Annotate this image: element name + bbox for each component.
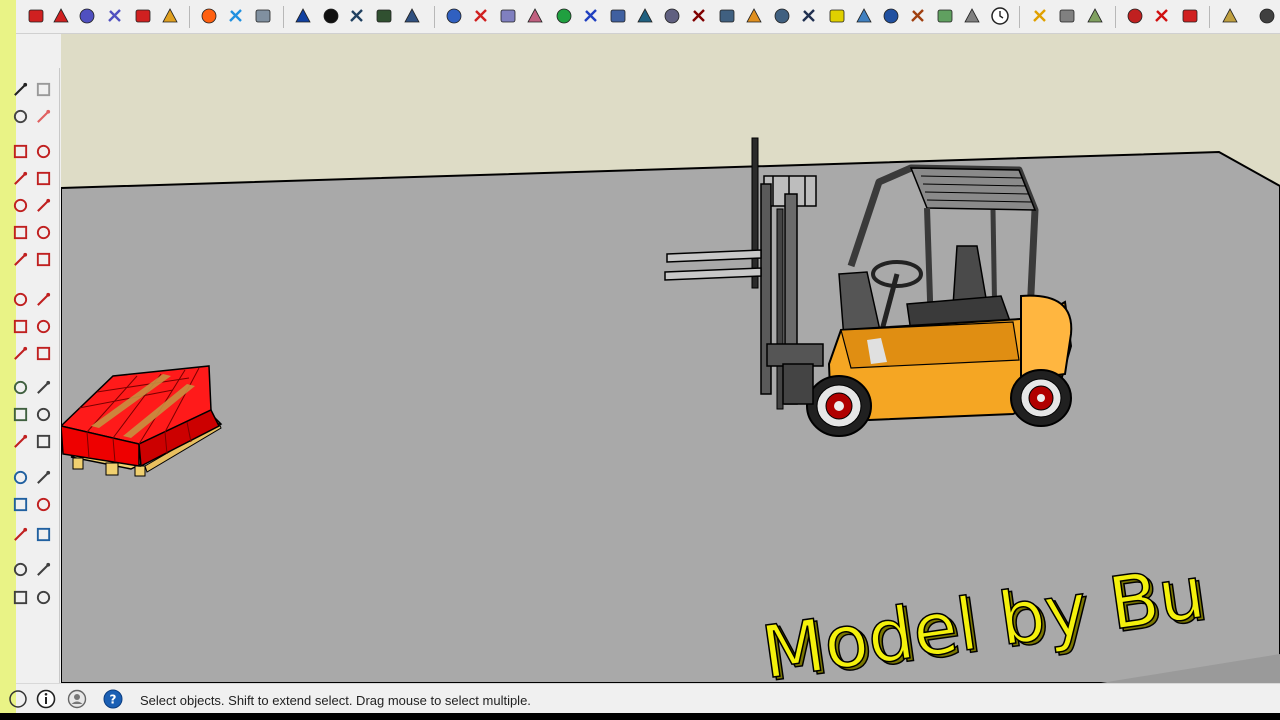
- arc3-icon[interactable]: [10, 248, 30, 270]
- model-viewport[interactable]: Model by Bu Model by Bu: [61, 34, 1280, 683]
- orbit-icon[interactable]: [10, 466, 30, 488]
- info-icon[interactable]: [36, 689, 56, 709]
- status-bar: ? Select objects. Shift to extend select…: [9, 683, 1280, 713]
- styles-icon[interactable]: [401, 4, 423, 28]
- layers-icon[interactable]: [346, 4, 368, 28]
- eraser-icon[interactable]: [33, 105, 53, 127]
- arrow-icon[interactable]: [716, 4, 738, 28]
- screen-bottom: [0, 713, 1280, 720]
- redo-icon[interactable]: [132, 4, 154, 28]
- toolbar-gap: [16, 34, 60, 68]
- search-icon[interactable]: [661, 4, 683, 28]
- film-icon[interactable]: [320, 4, 342, 28]
- cube-green-icon[interactable]: [1084, 4, 1106, 28]
- move-icon[interactable]: [10, 288, 30, 310]
- components-icon[interactable]: [76, 4, 98, 28]
- toolbar-separator: [434, 6, 435, 28]
- text-icon[interactable]: [33, 403, 53, 425]
- paint-bucket-icon[interactable]: [10, 105, 30, 127]
- zoom-extents-icon[interactable]: [10, 523, 30, 545]
- fx-icon[interactable]: [443, 4, 465, 28]
- toolbar-separator: [1019, 6, 1020, 28]
- highlight-icon[interactable]: [826, 4, 848, 28]
- sketchup-window: Model by Bu Model by Bu ? Select objects…: [0, 0, 1280, 720]
- pen-icon[interactable]: [634, 4, 656, 28]
- clock-icon[interactable]: [989, 4, 1011, 28]
- rotate-icon[interactable]: [880, 4, 902, 28]
- dimension-icon[interactable]: [33, 376, 53, 398]
- arc-icon[interactable]: [10, 221, 30, 243]
- top-toolbar: [16, 0, 1280, 34]
- line-icon[interactable]: [771, 4, 793, 28]
- cube-yellow-icon[interactable]: [1029, 4, 1051, 28]
- list-icon[interactable]: [798, 4, 820, 28]
- position-camera-icon[interactable]: [10, 558, 30, 580]
- hide-icon[interactable]: [25, 4, 47, 28]
- wand-icon[interactable]: [934, 4, 956, 28]
- toolbar-separator: [283, 6, 284, 28]
- offset-icon[interactable]: [33, 342, 53, 364]
- push-pull-icon[interactable]: [524, 4, 546, 28]
- toolbar-separator: [189, 6, 190, 28]
- axes-icon[interactable]: [10, 430, 30, 452]
- measure-icon[interactable]: [607, 4, 629, 28]
- window-icon[interactable]: [853, 4, 875, 28]
- scene-canvas[interactable]: Model by Bu Model by Bu: [61, 34, 1280, 683]
- status-message: Select objects. Shift to extend select. …: [140, 693, 531, 708]
- camera-red-icon[interactable]: [1179, 4, 1201, 28]
- component-tool-icon[interactable]: [33, 78, 53, 100]
- polygon-icon[interactable]: [33, 194, 53, 216]
- rotate-icon[interactable]: [10, 315, 30, 337]
- pie-icon[interactable]: [33, 221, 53, 243]
- protractor-icon[interactable]: [10, 403, 30, 425]
- materials-icon[interactable]: [104, 4, 126, 28]
- toolbar-separator: [1209, 6, 1210, 28]
- bounce-icon[interactable]: [743, 4, 765, 28]
- zoom-search-icon[interactable]: [33, 523, 53, 545]
- sandbox-icon[interactable]: [470, 4, 492, 28]
- tape-icon[interactable]: [961, 4, 983, 28]
- follow-me-icon[interactable]: [33, 315, 53, 337]
- extension-icon[interactable]: [225, 4, 247, 28]
- paint-icon[interactable]: [553, 4, 575, 28]
- car-icon[interactable]: [1124, 4, 1146, 28]
- outliner-icon[interactable]: [373, 4, 395, 28]
- select-tool-icon[interactable]: [10, 78, 30, 100]
- arc2-icon[interactable]: [33, 248, 53, 270]
- line-tool-icon[interactable]: [10, 140, 30, 162]
- geo-icon[interactable]: [8, 689, 28, 709]
- barrel-icon[interactable]: [907, 4, 929, 28]
- zoom-window-icon[interactable]: [33, 493, 53, 515]
- help-icon[interactable]: ?: [103, 689, 123, 709]
- warehouse-icon[interactable]: [198, 4, 220, 28]
- open-book-icon[interactable]: [159, 4, 181, 28]
- extension-gray-icon[interactable]: [252, 4, 274, 28]
- look-around-icon[interactable]: [33, 558, 53, 580]
- push-pull-icon[interactable]: [33, 288, 53, 310]
- camera-icon[interactable]: [292, 4, 314, 28]
- freehand-icon[interactable]: [33, 140, 53, 162]
- user-icon[interactable]: [67, 689, 87, 709]
- svg-text:?: ?: [110, 693, 117, 707]
- solid-icon[interactable]: [497, 4, 519, 28]
- note-icon[interactable]: [1219, 4, 1241, 28]
- toolbar-separator: [1115, 6, 1116, 28]
- folder-red-icon[interactable]: [1151, 4, 1173, 28]
- section-icon[interactable]: [33, 586, 53, 608]
- axes-icon[interactable]: [580, 4, 602, 28]
- 3d-text-icon[interactable]: [33, 430, 53, 452]
- large-tool-set: [13, 68, 60, 683]
- tape-measure-icon[interactable]: [10, 376, 30, 398]
- scale-icon[interactable]: [10, 342, 30, 364]
- rectangle-icon[interactable]: [10, 167, 30, 189]
- settings-icon[interactable]: [1256, 4, 1278, 28]
- cube-gray-icon[interactable]: [1056, 4, 1078, 28]
- circle-icon[interactable]: [10, 194, 30, 216]
- rotated-rect-icon[interactable]: [33, 167, 53, 189]
- trash-icon[interactable]: [688, 4, 710, 28]
- zoom-icon[interactable]: [10, 493, 30, 515]
- pan-icon[interactable]: [33, 466, 53, 488]
- erase-icon[interactable]: [50, 4, 72, 28]
- walk-icon[interactable]: [10, 586, 30, 608]
